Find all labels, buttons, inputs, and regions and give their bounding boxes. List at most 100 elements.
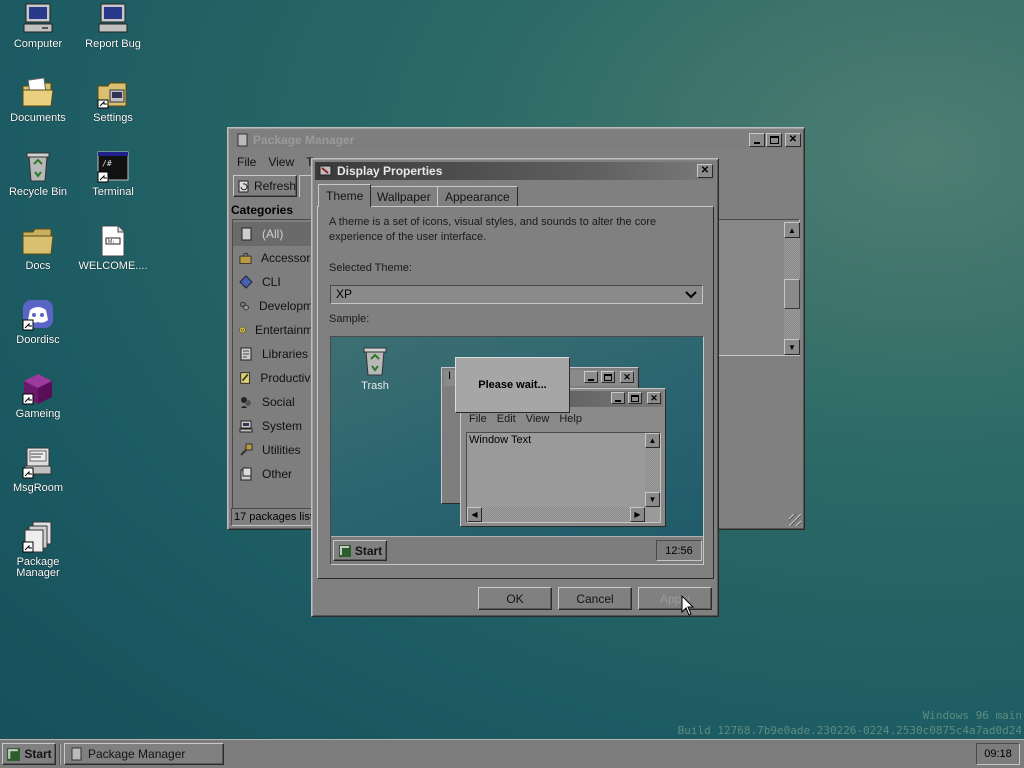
menu-view[interactable]: View [268,155,294,169]
ok-button[interactable]: OK [478,587,552,610]
category-label: Developm [258,299,313,313]
desktop-icon-label: Terminal [92,186,134,198]
sample-label: Sample: [329,313,370,325]
close-button[interactable]: ✕ [785,133,801,147]
desktop-icon-documents[interactable]: Documents [0,76,76,124]
refresh-button[interactable]: Refresh [233,175,297,197]
minimize-button[interactable] [749,133,765,147]
category-item[interactable]: System [233,414,313,438]
gameing-cube-icon [22,374,52,405]
desktop-icon-label: Package Manager [16,556,60,579]
accessories-icon [239,252,252,265]
cancel-button[interactable]: Cancel [558,587,632,610]
close-icon: ✕ [788,134,798,145]
category-item[interactable]: Other [233,462,313,486]
sample-scroll-left: ◀ [467,507,482,522]
display-properties-window[interactable]: Display Properties ✕ Theme Wallpaper App… [311,158,719,617]
desktop-icon-label: Report Bug [85,38,141,50]
desktop-icon-terminal[interactable]: /# Terminal [75,150,151,198]
category-item[interactable]: Productivi [233,366,313,390]
minimize-icon [588,378,594,381]
sample-maximize-button [601,371,615,383]
sample-text-area: Window Text ▲ ▼ ◀ ▶ [466,432,661,523]
category-item[interactable]: Libraries [233,342,313,366]
sample-hscroll: ◀ ▶ [467,507,645,522]
selected-theme-label: Selected Theme: [329,262,412,274]
please-wait-text: Please wait... [478,379,547,391]
sample-menu-file: File [469,413,487,425]
tab-wallpaper-label: Wallpaper [377,189,431,204]
category-item[interactable]: Accessori [233,246,313,270]
maximize-icon [631,394,639,402]
close-icon: ✕ [700,165,710,176]
recycle-bin-icon [26,152,50,182]
tab-wallpaper[interactable]: Wallpaper [369,186,439,206]
category-label: Other [262,467,293,481]
taskbar-task-label: Package Manager [88,747,186,761]
trash-icon [363,347,387,376]
taskbar-clock-text: 09:18 [984,748,1012,760]
category-item[interactable]: Social [233,390,313,414]
category-label: Entertainm [254,323,313,337]
taskbar-task-package-manager[interactable]: Package Manager [64,743,224,765]
apply-button[interactable]: Apply [638,587,712,610]
scroll-down-arrow[interactable]: ▼ [784,339,800,355]
status-bar: 17 packages liste [231,508,315,526]
desktop-icon-computer[interactable]: Computer [0,2,76,50]
close-button[interactable]: ✕ [697,164,713,178]
desktop-icon-label: Doordisc [16,334,60,346]
all-icon [241,227,252,241]
desktop-icon-recycle-bin[interactable]: Recycle Bin [0,150,76,198]
resize-grip[interactable] [789,514,801,526]
category-item[interactable]: Utilities [233,438,313,462]
desktop-icon-settings[interactable]: Settings [75,76,151,124]
category-label: Utilities [262,443,301,457]
tab-theme[interactable]: Theme [318,184,372,207]
packages-scrollbar[interactable]: ▲ ▼ [784,222,800,355]
maximize-icon [769,136,779,144]
sample-trash-icon-wrap: Trash [355,345,395,392]
theme-select[interactable]: XP [330,285,703,304]
category-item[interactable]: CLI [233,270,313,294]
toolbar-next-button[interactable] [299,175,311,197]
desktop-icon-doordisc[interactable]: Doordisc [0,298,76,346]
desktop-icon-docs[interactable]: Docs [0,224,76,272]
scroll-thumb[interactable] [784,279,800,309]
sample-minimize-button [584,371,598,383]
start-button[interactable]: Start [2,743,56,765]
document-icon: M↓ [101,225,125,257]
theme-tab-panel: A theme is a set of icons, visual styles… [317,206,714,579]
productivity-icon [240,372,250,384]
display-properties-titlebar[interactable]: Display Properties ✕ [315,162,715,180]
scroll-up-arrow[interactable]: ▲ [784,222,800,238]
category-item[interactable]: Developm [233,294,313,318]
category-label: Accessori [260,251,313,265]
desktop-icon-report-bug[interactable]: Report Bug [75,2,151,50]
taskbar-clock[interactable]: 09:18 [976,743,1020,765]
package-manager-titlebar[interactable]: Package Manager ✕ [231,131,801,149]
category-item[interactable]: Entertainm [233,318,313,342]
desktop-icon-msgroom[interactable]: MsgRoom [0,446,76,494]
desktop-icon-welcome[interactable]: M↓ WELCOME.... [75,224,151,272]
svg-text:M↓: M↓ [108,239,115,245]
tab-appearance-label: Appearance [445,189,510,204]
sample-menubar: File Edit View Help [469,413,582,425]
category-label: System [262,419,303,433]
desktop-icon-package-manager[interactable]: Package Manager [0,520,76,579]
taskbar: Start Package Manager 09:18 [0,739,1024,768]
maximize-button[interactable] [766,133,782,147]
desktop-icon-gameing[interactable]: Gameing [0,372,76,420]
development-icon [240,301,249,311]
utilities-icon [240,443,253,456]
svg-text:/#: /# [102,159,112,168]
category-item[interactable]: (All) [233,222,313,246]
menu-file[interactable]: File [237,155,256,169]
category-label: (All) [262,227,284,241]
chevron-down-icon [685,291,697,299]
sample-menu-edit: Edit [496,413,516,425]
category-label: Productivi [260,371,313,385]
sample-window-text: Window Text [469,434,532,446]
theme-sample-preview: Trash I ✕ ✕ File Edit View Help Window T… [330,336,704,565]
cli-icon [239,275,253,289]
tab-appearance[interactable]: Appearance [437,186,518,206]
